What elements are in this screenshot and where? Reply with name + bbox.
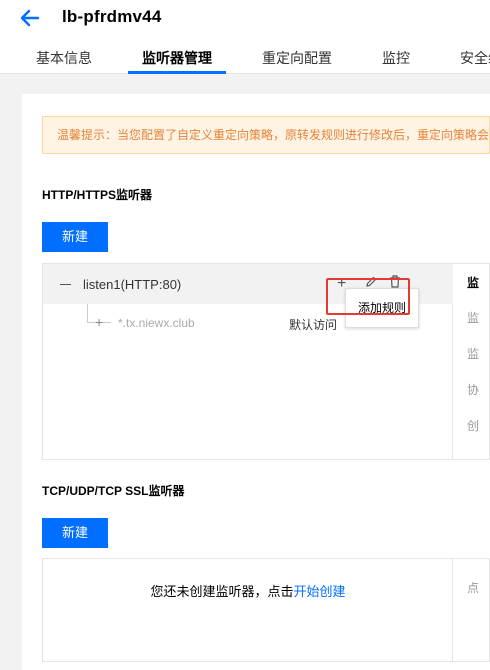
http-listener-panel: listen1(HTTP:80) + + *.tx.niewx.club 默认访… (42, 263, 490, 460)
tab-monitoring[interactable]: 监控 (382, 44, 410, 74)
tab-bar: 基本信息 监听器管理 重定向配置 监控 安全组 (0, 44, 490, 74)
detail-label-3: 协 (467, 383, 480, 397)
tab-redirect-config[interactable]: 重定向配置 (262, 44, 332, 74)
empty-state-text: 您还未创建监听器，点击 (150, 584, 294, 599)
empty-state-message: 您还未创建监听器，点击开始创建 (43, 581, 453, 600)
listener-tree: listen1(HTTP:80) + + *.tx.niewx.club 默认访… (43, 264, 453, 459)
detail-label-2: 监 (467, 347, 480, 361)
tab-security-group[interactable]: 安全组 (460, 44, 490, 74)
default-access-label: 默认访问 (289, 318, 338, 332)
main-content: 温馨提示：当您配置了自定义重定向策略，原转发规则进行修改后，重定向策略会 HTT… (22, 94, 490, 670)
rule-domain[interactable]: *.tx.niewx.club (118, 316, 195, 330)
highlight-annotation (326, 278, 410, 315)
tab-listener-management[interactable]: 监听器管理 (142, 44, 212, 74)
detail-label-0: 监 (467, 276, 480, 290)
detail-label-1: 监 (467, 311, 480, 325)
tab-basic-info[interactable]: 基本信息 (36, 44, 92, 74)
tcp-section-title: TCP/UDP/TCP SSL监听器 (42, 484, 185, 498)
start-create-link[interactable]: 开始创建 (294, 584, 346, 599)
page-header: lb-pfrdmv44 基本信息 监听器管理 重定向配置 监控 安全组 (0, 0, 490, 74)
http-section-title: HTTP/HTTPS监听器 (42, 188, 152, 202)
page-title: lb-pfrdmv44 (62, 7, 162, 26)
tcp-listener-panel: 您还未创建监听器，点击开始创建 点 (42, 558, 490, 662)
back-arrow-icon[interactable] (18, 8, 40, 28)
tcp-detail-label: 点 (467, 581, 480, 595)
detail-label-4: 创 (467, 419, 480, 433)
listener-name[interactable]: listen1(HTTP:80) (83, 277, 181, 292)
new-http-listener-button[interactable]: 新建 (42, 222, 108, 252)
tcp-empty-state: 您还未创建监听器，点击开始创建 (43, 559, 453, 661)
active-tab-indicator (128, 71, 226, 74)
new-tcp-listener-button[interactable]: 新建 (42, 518, 108, 548)
expand-domain-icon[interactable]: + (95, 315, 103, 329)
tree-connector (87, 304, 88, 322)
warning-tip: 温馨提示：当您配置了自定义重定向策略，原转发规则进行修改后，重定向策略会 (42, 116, 490, 154)
collapse-icon[interactable] (60, 284, 71, 285)
